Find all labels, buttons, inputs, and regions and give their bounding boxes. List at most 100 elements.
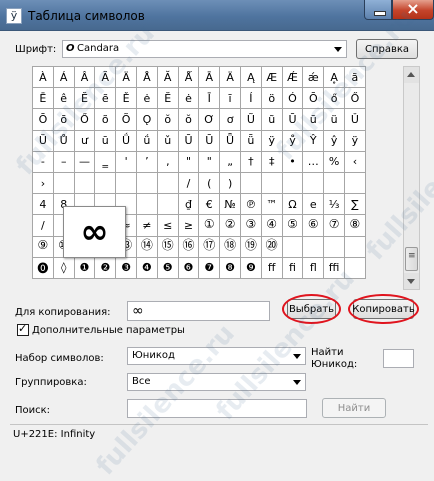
character-cell[interactable]: ⓿	[33, 257, 54, 279]
character-cell[interactable]	[116, 173, 137, 195]
advanced-options-checkbox[interactable]	[17, 322, 29, 336]
character-cell[interactable]: „	[220, 151, 241, 173]
character-cell[interactable]: /	[33, 215, 54, 237]
character-cell[interactable]: ①	[199, 215, 221, 237]
character-cell[interactable]: Ä	[220, 67, 241, 89]
character-cell[interactable]: ơ	[220, 109, 241, 131]
scroll-up-button[interactable]	[404, 67, 419, 83]
character-cell[interactable]	[95, 173, 117, 195]
character-cell[interactable]: ė	[137, 88, 158, 110]
character-cell[interactable]: Æ	[261, 67, 283, 89]
character-cell[interactable]: Ǻ	[178, 67, 200, 89]
character-cell[interactable]: ʼ	[137, 151, 158, 173]
character-cell[interactable]: ‚	[157, 151, 179, 173]
character-cell[interactable]: %	[324, 151, 345, 173]
character-cell[interactable]: №	[220, 194, 241, 216]
character-cell[interactable]: Å	[137, 67, 158, 89]
character-cell[interactable]: ‗	[95, 151, 117, 173]
character-cell[interactable]: ⑥	[303, 215, 325, 237]
character-cell[interactable]	[282, 173, 304, 195]
character-cell[interactable]: ū	[95, 130, 117, 152]
character-cell[interactable]: ⑦	[324, 215, 345, 237]
character-cell[interactable]: ❻	[178, 257, 200, 279]
character-cell[interactable]: ❹	[137, 257, 158, 279]
character-cell[interactable]	[303, 236, 325, 258]
copy-button[interactable]: Копировать	[348, 294, 419, 324]
character-cell[interactable]: ⑲	[241, 236, 262, 258]
character-cell[interactable]: ⑯	[178, 236, 200, 258]
character-cell[interactable]	[324, 236, 345, 258]
character-cell[interactable]: "	[199, 151, 221, 173]
character-cell[interactable]: ė	[178, 88, 200, 110]
character-cell[interactable]: ₫	[178, 194, 200, 216]
character-cell[interactable]: ǔ	[157, 130, 179, 152]
character-cell[interactable]	[157, 194, 179, 216]
character-cell[interactable]	[74, 173, 96, 195]
character-cell[interactable]: ư	[74, 130, 96, 152]
character-cell[interactable]: /	[178, 173, 200, 195]
character-cell[interactable]	[137, 194, 158, 216]
character-cell[interactable]: 4	[33, 194, 54, 216]
character-cell[interactable]: ǽ	[303, 67, 325, 89]
character-cell[interactable]: Ą	[241, 67, 262, 89]
character-cell[interactable]: Ǖ	[220, 130, 241, 152]
character-cell[interactable]: ②	[220, 215, 241, 237]
find-button[interactable]: Найти	[322, 398, 386, 418]
character-cell[interactable]: ff	[261, 257, 283, 279]
character-cell[interactable]: Ǫ	[137, 109, 158, 131]
character-cell[interactable]: Ě	[116, 88, 137, 110]
character-cell[interactable]: ❸	[116, 257, 137, 279]
character-cell[interactable]: —	[74, 151, 96, 173]
character-cell[interactable]: –	[53, 151, 75, 173]
character-cell[interactable]: Ó	[282, 88, 304, 110]
character-cell[interactable]: Á	[53, 67, 75, 89]
find-unicode-input[interactable]	[383, 349, 414, 368]
copy-field[interactable]: ∞	[127, 301, 270, 321]
character-cell[interactable]: ◊	[53, 257, 75, 279]
character-cell[interactable]: Ē	[33, 88, 54, 110]
grid-scrollbar[interactable]	[403, 66, 420, 290]
scroll-thumb[interactable]	[405, 247, 418, 271]
character-cell[interactable]	[324, 173, 345, 195]
character-cell[interactable]: ❽	[220, 257, 241, 279]
character-cell[interactable]: ③	[241, 215, 262, 237]
character-cell[interactable]: ⑱	[220, 236, 241, 258]
character-cell[interactable]: Ω	[282, 194, 304, 216]
character-cell[interactable]: '	[116, 151, 137, 173]
character-cell[interactable]	[345, 173, 366, 195]
character-cell[interactable]: €	[199, 194, 221, 216]
character-cell[interactable]: …	[303, 151, 325, 173]
character-cell[interactable]: †	[241, 151, 262, 173]
character-cell[interactable]	[282, 236, 304, 258]
character-cell[interactable]: ∑	[345, 194, 366, 216]
character-cell[interactable]: Ǘ	[116, 130, 137, 152]
character-cell[interactable]: ö	[261, 88, 283, 110]
character-cell[interactable]: ≤	[157, 215, 179, 237]
character-cell[interactable]: fi	[282, 257, 304, 279]
character-cell[interactable]: ⑮	[157, 236, 179, 258]
character-cell[interactable]: ❷	[95, 257, 117, 279]
character-cell[interactable]: ❺	[157, 257, 179, 279]
character-cell[interactable]: ™	[261, 194, 283, 216]
character-cell[interactable]	[261, 173, 283, 195]
character-cell[interactable]	[157, 173, 179, 195]
character-cell[interactable]: ⑰	[199, 236, 221, 258]
character-cell[interactable]: ‹	[345, 151, 366, 173]
character-cell[interactable]: ⑨	[33, 236, 54, 258]
grouping-select[interactable]: Все	[127, 373, 306, 391]
character-cell[interactable]: ŏ	[157, 109, 179, 131]
scroll-down-button[interactable]	[404, 273, 419, 289]
character-cell[interactable]: ❾	[241, 257, 262, 279]
character-cell[interactable]: ❼	[199, 257, 221, 279]
character-cell[interactable]	[241, 173, 262, 195]
character-cell[interactable]: Ă	[157, 67, 179, 89]
character-cell[interactable]: ũ	[261, 109, 283, 131]
character-cell[interactable]: (	[199, 173, 221, 195]
character-cell[interactable]: "	[178, 151, 200, 173]
character-cell[interactable]: ≠	[137, 215, 158, 237]
character-cell[interactable]: e	[303, 194, 325, 216]
character-cell[interactable]: À	[33, 67, 54, 89]
character-cell[interactable]: ⑤	[282, 215, 304, 237]
character-cell[interactable]: Ǔ	[345, 109, 366, 131]
character-cell[interactable]: Ǽ	[282, 67, 304, 89]
